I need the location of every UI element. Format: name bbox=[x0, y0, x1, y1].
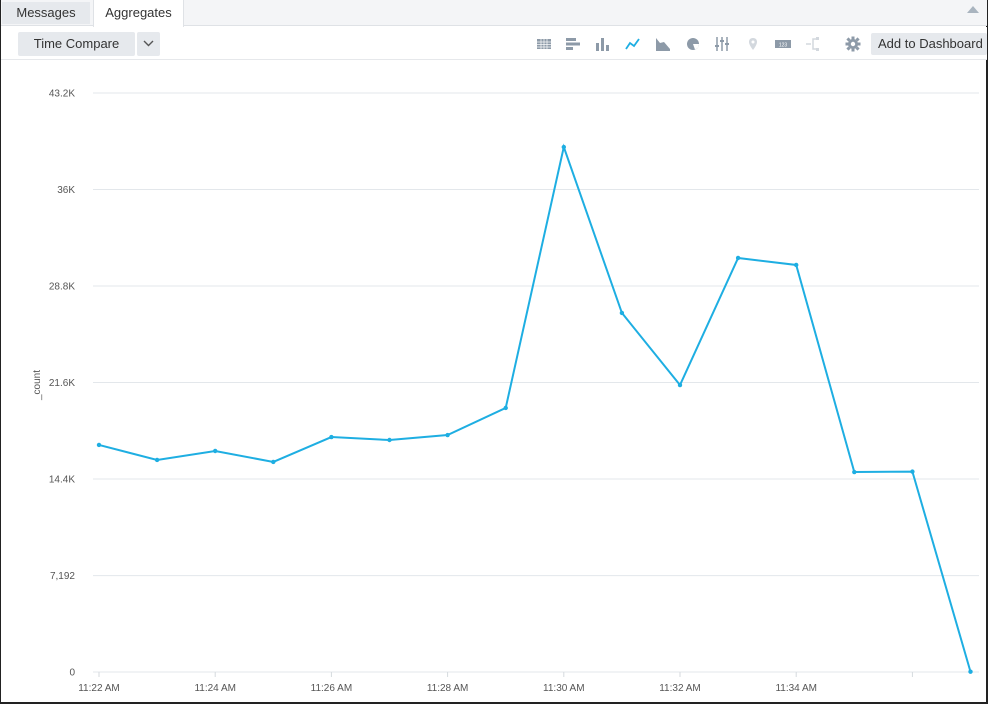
data-point bbox=[154, 457, 160, 463]
chart-toolbar: Time Compare 123 Add to Dashboard bbox=[1, 27, 987, 60]
data-point bbox=[735, 255, 741, 261]
y-tick-label: 43.2K bbox=[49, 89, 75, 100]
y-tick-label: 7,192 bbox=[50, 571, 75, 582]
y-tick-label: 0 bbox=[69, 668, 75, 679]
bar-horizontal-icon[interactable] bbox=[565, 37, 581, 51]
sliders-icon[interactable] bbox=[714, 37, 730, 51]
tab-messages[interactable]: Messages bbox=[2, 2, 90, 24]
add-to-dashboard-button[interactable]: Add to Dashboard bbox=[871, 33, 987, 55]
single-value-icon[interactable]: 123 bbox=[775, 37, 791, 51]
table-icon[interactable] bbox=[536, 37, 552, 51]
data-point bbox=[96, 442, 102, 448]
tab-bar: Messages Aggregates bbox=[1, 0, 987, 27]
y-tick-label: 14.4K bbox=[49, 475, 75, 486]
gear-icon[interactable] bbox=[845, 36, 861, 52]
data-point bbox=[794, 262, 799, 268]
line-chart: 0 7,192 14.4K 21.6K 28.8K 36K 43.2K _count 11:22… bbox=[32, 89, 979, 694]
chevron-down-icon bbox=[143, 40, 154, 47]
flow-icon[interactable] bbox=[805, 37, 821, 51]
data-point bbox=[271, 459, 276, 465]
aggregates-panel: Messages Aggregates Time Compare 123 Add… bbox=[0, 0, 988, 704]
column-chart-icon[interactable] bbox=[595, 37, 611, 51]
series-line-_count bbox=[98, 143, 972, 673]
data-point bbox=[445, 432, 450, 438]
x-tick-label: 11:28 AM bbox=[427, 683, 469, 694]
area-chart-icon[interactable] bbox=[655, 37, 671, 51]
svg-text:123: 123 bbox=[779, 43, 788, 49]
line-chart-icon[interactable] bbox=[625, 37, 641, 51]
scroll-up-icon[interactable] bbox=[967, 6, 979, 13]
time-compare-dropdown[interactable] bbox=[137, 32, 160, 56]
data-point bbox=[968, 669, 973, 674]
x-tick-label: 11:34 AM bbox=[775, 683, 817, 694]
data-point bbox=[619, 310, 625, 316]
data-point bbox=[387, 437, 392, 443]
y-tick-label: 28.8K bbox=[49, 282, 75, 293]
data-point bbox=[852, 469, 857, 475]
data-point bbox=[561, 144, 566, 150]
data-point bbox=[503, 405, 508, 411]
data-point bbox=[677, 382, 683, 388]
y-axis-label: _count bbox=[32, 370, 43, 401]
pie-chart-icon[interactable] bbox=[685, 37, 701, 51]
x-tick-label: 11:22 AM bbox=[78, 683, 120, 694]
x-tick-label: 11:32 AM bbox=[659, 683, 701, 694]
data-point bbox=[213, 448, 218, 454]
map-pin-icon[interactable] bbox=[745, 37, 761, 51]
y-tick-label: 36K bbox=[57, 185, 75, 196]
data-point bbox=[910, 469, 915, 474]
data-point bbox=[329, 434, 334, 440]
y-tick-label: 21.6K bbox=[49, 378, 75, 389]
time-compare-button[interactable]: Time Compare bbox=[18, 32, 135, 56]
tab-aggregates[interactable]: Aggregates bbox=[93, 0, 184, 27]
x-tick-label: 11:26 AM bbox=[311, 683, 353, 694]
x-tick-label: 11:30 AM bbox=[543, 683, 585, 694]
x-tick-label: 11:24 AM bbox=[194, 683, 236, 694]
